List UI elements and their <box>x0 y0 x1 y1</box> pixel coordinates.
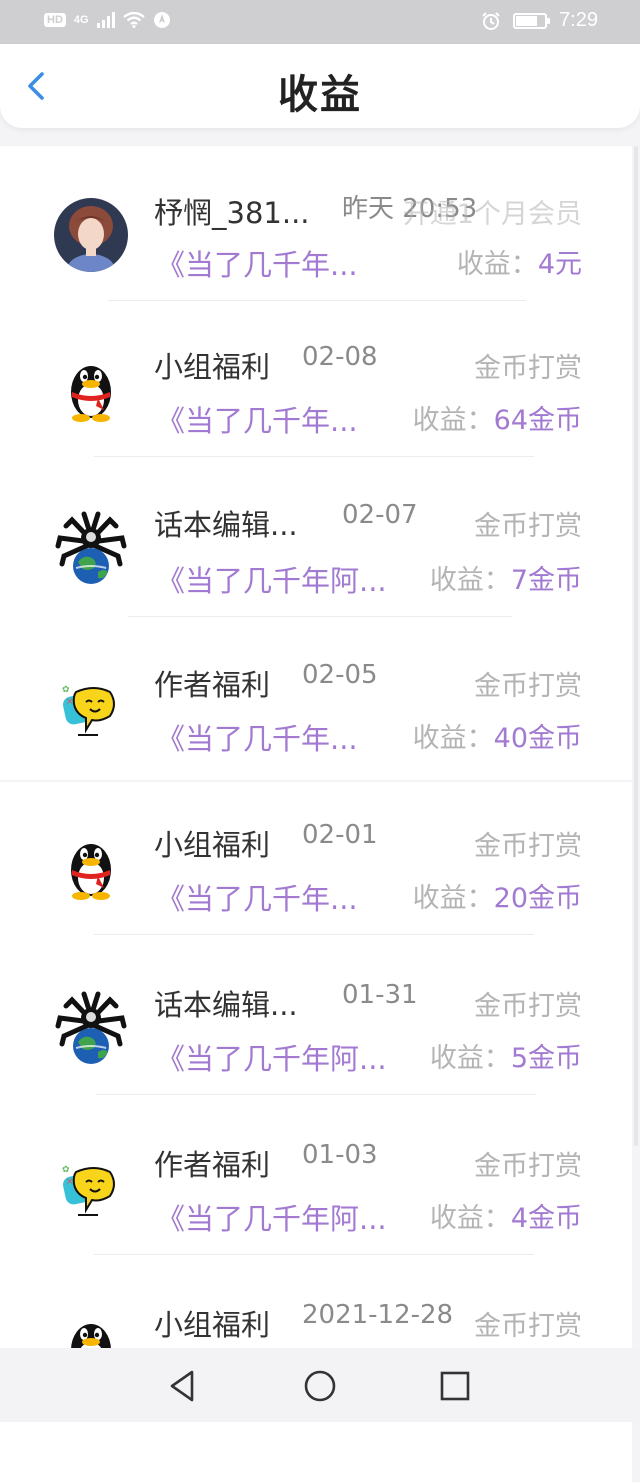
sender-name: 杼惘_381... <box>154 196 310 230</box>
nav-home-button[interactable] <box>300 1366 340 1406</box>
penguin-icon[interactable] <box>54 352 128 426</box>
hd-indicator: HD <box>44 13 66 27</box>
income-label: 收益： <box>412 723 494 754</box>
clock-time: 7:29 <box>559 9 598 31</box>
income-time: 01-03 <box>302 1140 378 1170</box>
system-nav-bar <box>0 1348 640 1422</box>
network-type: 4G <box>73 14 89 26</box>
income-type: 金币打赏 <box>474 991 582 1022</box>
income-time: 02-07 <box>342 500 418 530</box>
income-value: 40金币 <box>493 723 582 754</box>
income-list: 杼惘_381... 昨天 20:53 开通1个月会员 《当了几千年... 收益：4元 小… <box>0 146 632 1482</box>
book-title[interactable]: 《当了几千年... <box>156 398 358 440</box>
book-title[interactable]: 《当了几千年阿... <box>156 1036 387 1078</box>
header-bar: 收益 <box>0 44 640 128</box>
income-amount: 收益：5金币 <box>430 1036 582 1075</box>
sender-name: 小组福利 <box>154 350 271 384</box>
sender-name: 作者福利 <box>154 668 271 702</box>
sender-name: 小组福利 <box>154 1308 271 1342</box>
income-value: 64金币 <box>493 405 582 436</box>
book-title[interactable]: 《当了几千年... <box>156 876 358 918</box>
location-icon <box>153 12 170 28</box>
income-label: 收益： <box>412 883 494 914</box>
svg-text:✿: ✿ <box>62 1165 70 1175</box>
nav-back-button[interactable] <box>162 1366 202 1406</box>
speech-bubble-icon[interactable]: ✿ × <box>54 1150 128 1224</box>
income-label: 收益： <box>412 405 494 436</box>
income-time: 02-05 <box>302 660 378 690</box>
circle-home-icon <box>304 1370 336 1402</box>
row-divider <box>94 456 534 457</box>
globe-spider-icon[interactable] <box>54 990 128 1064</box>
row-divider <box>108 300 526 301</box>
battery-icon <box>513 12 551 29</box>
income-type: 金币打赏 <box>474 1151 582 1182</box>
income-amount: 收益：4金币 <box>430 1196 582 1235</box>
row-divider <box>96 1094 536 1095</box>
income-type: 金币打赏 <box>474 671 582 702</box>
row-divider <box>128 616 512 617</box>
income-time: 01-31 <box>342 980 418 1010</box>
income-label: 收益： <box>456 249 538 280</box>
alarm-icon <box>482 11 500 30</box>
avatar[interactable] <box>54 198 128 272</box>
income-time: 2021-12-28 <box>302 1300 454 1330</box>
income-amount: 收益：4元 <box>457 242 582 281</box>
income-type: 金币打赏 <box>474 1311 582 1342</box>
income-amount: 收益：40金币 <box>413 716 582 755</box>
income-label: 收益： <box>429 1203 511 1234</box>
speech-bubble-icon[interactable]: ✿ × <box>54 670 128 744</box>
income-label: 收益： <box>429 1043 511 1074</box>
book-title[interactable]: 《当了几千年阿... <box>156 558 387 600</box>
income-value: 20金币 <box>493 883 582 914</box>
square-recents-icon <box>440 1371 470 1401</box>
income-value: 4金币 <box>510 1203 582 1234</box>
income-label: 收益： <box>429 565 511 596</box>
svg-text:×: × <box>66 1177 74 1187</box>
income-value: 7金币 <box>510 565 582 596</box>
triangle-back-icon <box>170 1370 194 1402</box>
income-type: 金币打赏 <box>474 511 582 542</box>
income-time: 02-08 <box>302 342 378 372</box>
scrollbar[interactable] <box>634 146 638 1146</box>
signal-icon <box>96 12 115 28</box>
svg-text:×: × <box>66 697 74 707</box>
book-title[interactable]: 《当了几千年阿... <box>156 1196 387 1238</box>
income-card: 杼惘_381... 昨天 20:53 开通1个月会员 《当了几千年... 收益：4元 小… <box>0 146 632 780</box>
sender-name: 话本编辑... <box>154 988 298 1022</box>
svg-text:✿: ✿ <box>62 685 70 695</box>
row-divider <box>94 1254 534 1255</box>
income-amount: 收益：64金币 <box>413 398 582 437</box>
sender-name: 小组福利 <box>154 828 271 862</box>
book-title[interactable]: 《当了几千年... <box>156 716 358 758</box>
wifi-icon <box>122 12 145 28</box>
income-value: 4元 <box>537 249 582 280</box>
nav-recents-button[interactable] <box>435 1366 475 1406</box>
status-bar: HD 4G 7:29 <box>0 0 640 44</box>
income-amount: 收益：20金币 <box>413 876 582 915</box>
income-type: 金币打赏 <box>474 353 582 384</box>
penguin-icon[interactable] <box>54 830 128 904</box>
income-type: 金币打赏 <box>474 831 582 862</box>
sender-name: 作者福利 <box>154 1148 271 1182</box>
income-type: 开通1个月会员 <box>402 199 582 230</box>
page-title: 收益 <box>278 72 362 118</box>
row-divider <box>94 934 534 935</box>
book-title[interactable]: 《当了几千年... <box>156 242 358 284</box>
sender-name: 话本编辑... <box>154 508 298 542</box>
income-time: 02-01 <box>302 820 378 850</box>
globe-spider-icon[interactable] <box>54 510 128 584</box>
income-value: 5金币 <box>510 1043 582 1074</box>
income-amount: 收益：7金币 <box>430 558 582 597</box>
